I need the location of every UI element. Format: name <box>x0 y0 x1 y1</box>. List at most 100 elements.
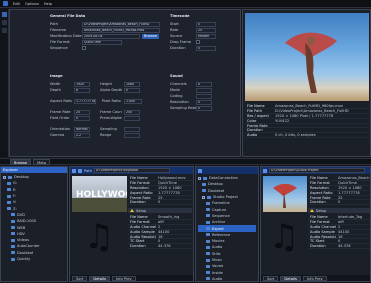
range-label: Range <box>100 133 112 137</box>
frame-count-field[interactable]: 250 <box>124 109 140 115</box>
tc-duration-label: Duration <box>170 46 186 50</box>
tab-browse[interactable]: Browse <box>10 158 32 165</box>
premultiplied-select[interactable] <box>124 115 140 121</box>
sampling-field[interactable] <box>124 126 140 132</box>
music-note-icon: ♫ <box>268 217 300 257</box>
modification-date-label: Modification Date <box>50 34 82 38</box>
pixel-ratio-select[interactable]: 1.000 <box>124 98 142 104</box>
browser-left-meta2: File Name Smooth_ing File Format aiff Audi… <box>128 215 192 250</box>
dancer-figure <box>285 32 337 93</box>
height-field[interactable]: 1080 <box>124 81 140 87</box>
browser-left-tabs: Sort Details Info Prev <box>70 275 193 281</box>
path-field-right[interactable]: D:\VideoProject\Studio Project <box>269 168 365 173</box>
tc-rate-label: Rate <box>170 28 179 32</box>
tc-rate-field[interactable]: 25 <box>196 27 216 33</box>
tab-details[interactable]: Details <box>280 275 301 281</box>
svg-text:HOLLYWOOD: HOLLYWOOD <box>76 190 127 200</box>
hollywood-sign-image: HOLLYWOOD <box>72 190 127 212</box>
nav-icon[interactable] <box>198 168 202 173</box>
aspect-ratio-label: Aspect Ratio <box>50 99 72 103</box>
warning-icon <box>310 209 314 212</box>
browser-left-meta: File Name Hollywood.mov File Format QuickT… <box>128 176 192 206</box>
general-title: General File Data <box>50 14 86 18</box>
gamma-select[interactable]: 2.2 <box>74 132 90 138</box>
filename-label: Filename <box>50 28 67 32</box>
depth-field[interactable]: 8 <box>74 87 90 93</box>
section-tabs: Browse Meta <box>0 158 371 165</box>
tool-icon[interactable] <box>2 20 7 25</box>
sequence-checkbox[interactable] <box>82 46 86 50</box>
orientation-field[interactable]: Normal <box>74 126 90 132</box>
path-field[interactable]: D:\VideoProject\Amazonas_Beach_FullHD <box>82 21 160 27</box>
tab-meta[interactable]: Meta <box>33 158 51 165</box>
tc-duration-field[interactable]: 0 <box>196 45 216 51</box>
sampling-label: Sampling <box>100 127 117 131</box>
tree-list: − Desktop G: E: F: V: Z: DVD RAID-1000 WE… <box>1 173 67 263</box>
channels-field[interactable]: 0 <box>196 81 212 87</box>
folder-tree-panel: Explorer − Desktop G: E: F: V: Z: DVD RAI… <box>0 166 68 282</box>
coding-label: Coding <box>170 94 183 98</box>
field-order-field[interactable]: 0 <box>74 115 90 121</box>
path-label: Path <box>50 22 58 26</box>
browser-right-tabs: Sort Details Info Prev <box>261 275 370 281</box>
tree2-list: − DataConnection Desktop Doubleof − Studio… <box>196 174 258 283</box>
width-label: Width <box>50 82 61 86</box>
tc-start-field[interactable]: 0 <box>196 21 216 27</box>
browse-button[interactable]: Browse <box>142 33 160 39</box>
browser-right-meta: File Name Amazonas_Beach File Format Quick… <box>308 175 370 206</box>
menu-bar: Edit Options Help <box>0 0 371 8</box>
alpha-depth-field[interactable]: 0 <box>124 87 140 93</box>
sampling-rate-label: Sampling Rate <box>170 106 196 110</box>
path-bar-right: D:\VideoProject\Studio Project <box>261 167 370 174</box>
aspect-ratio-select[interactable]: 1.77777778 <box>74 98 96 104</box>
preview-info-row: Audio 0 ch, 0 bits, 0 samples <box>245 133 369 139</box>
tab-info-prev[interactable]: Info Prev <box>302 275 327 281</box>
pixel-ratio-label: Pixel Ratio <box>102 99 121 103</box>
music-note-icon: ♫ <box>83 217 115 257</box>
filename-field[interactable]: Amazonas_Beach_FullHD_960fps.mov <box>82 27 160 33</box>
frame-rate-field[interactable]: 25 <box>74 109 90 115</box>
setup-label: Setup <box>136 208 147 213</box>
sampling-rate-field[interactable]: 0 <box>196 105 212 111</box>
drop-frame-checkbox[interactable] <box>196 40 200 44</box>
path-field[interactable]: D:\VideoProject\Hollywood <box>93 168 170 173</box>
modification-date-field[interactable]: 2009-08-04 <box>82 33 140 39</box>
tool-icon[interactable] <box>2 12 7 17</box>
preview-info: File Name Amazonas_Beach_FullHD_960fps.mo… <box>245 104 369 139</box>
file-format-label: File Format <box>50 40 70 44</box>
file-format-field[interactable]: QuickTime <box>82 39 122 45</box>
tab-info-prev[interactable]: Info Prev <box>111 275 136 281</box>
nav-icon[interactable] <box>78 168 82 173</box>
channels-label: Channels <box>170 82 187 86</box>
tree-item[interactable]: Audio <box>198 276 256 282</box>
nav-icon[interactable] <box>72 168 76 173</box>
tree-item[interactable]: Quickly <box>3 256 65 262</box>
tool-icon[interactable] <box>2 28 7 33</box>
setup-label: Setup <box>316 208 327 213</box>
frame-count-label: Frame Count <box>100 110 122 114</box>
tc-source-select[interactable]: header <box>196 33 216 39</box>
range-select[interactable] <box>124 132 140 138</box>
resolution-field[interactable]: 0 <box>196 99 212 105</box>
tree2-header <box>196 167 258 174</box>
mode-field[interactable] <box>196 87 212 93</box>
mode-label: Mode <box>170 88 180 92</box>
coding-field[interactable] <box>196 93 212 99</box>
tab-sort[interactable]: Sort <box>263 275 279 281</box>
drop-frame-label: Drop Frame <box>170 40 191 44</box>
tab-details[interactable]: Details <box>89 275 110 281</box>
menu-edit[interactable]: Edit <box>13 2 20 6</box>
nav-icon[interactable] <box>263 168 267 173</box>
thumb-hollywood[interactable]: HOLLYWOOD <box>72 176 127 212</box>
sound-fields: Channels 0 Mode Coding Resolution 0 Sampli… <box>170 81 238 111</box>
premultiplied-label: Premultiplied <box>100 116 122 120</box>
menu-options[interactable]: Options <box>25 2 39 6</box>
timecode-title: Timecode <box>170 14 190 18</box>
alpha-depth-label: Alpha Depth <box>100 88 122 92</box>
path-label: Path <box>84 168 92 173</box>
width-field[interactable]: 1920 <box>74 81 90 87</box>
tab-sort[interactable]: Sort <box>72 275 88 281</box>
thumb-beach[interactable] <box>263 176 307 212</box>
frame-rate-label: Frame Rate <box>50 110 71 114</box>
menu-help[interactable]: Help <box>44 2 52 6</box>
